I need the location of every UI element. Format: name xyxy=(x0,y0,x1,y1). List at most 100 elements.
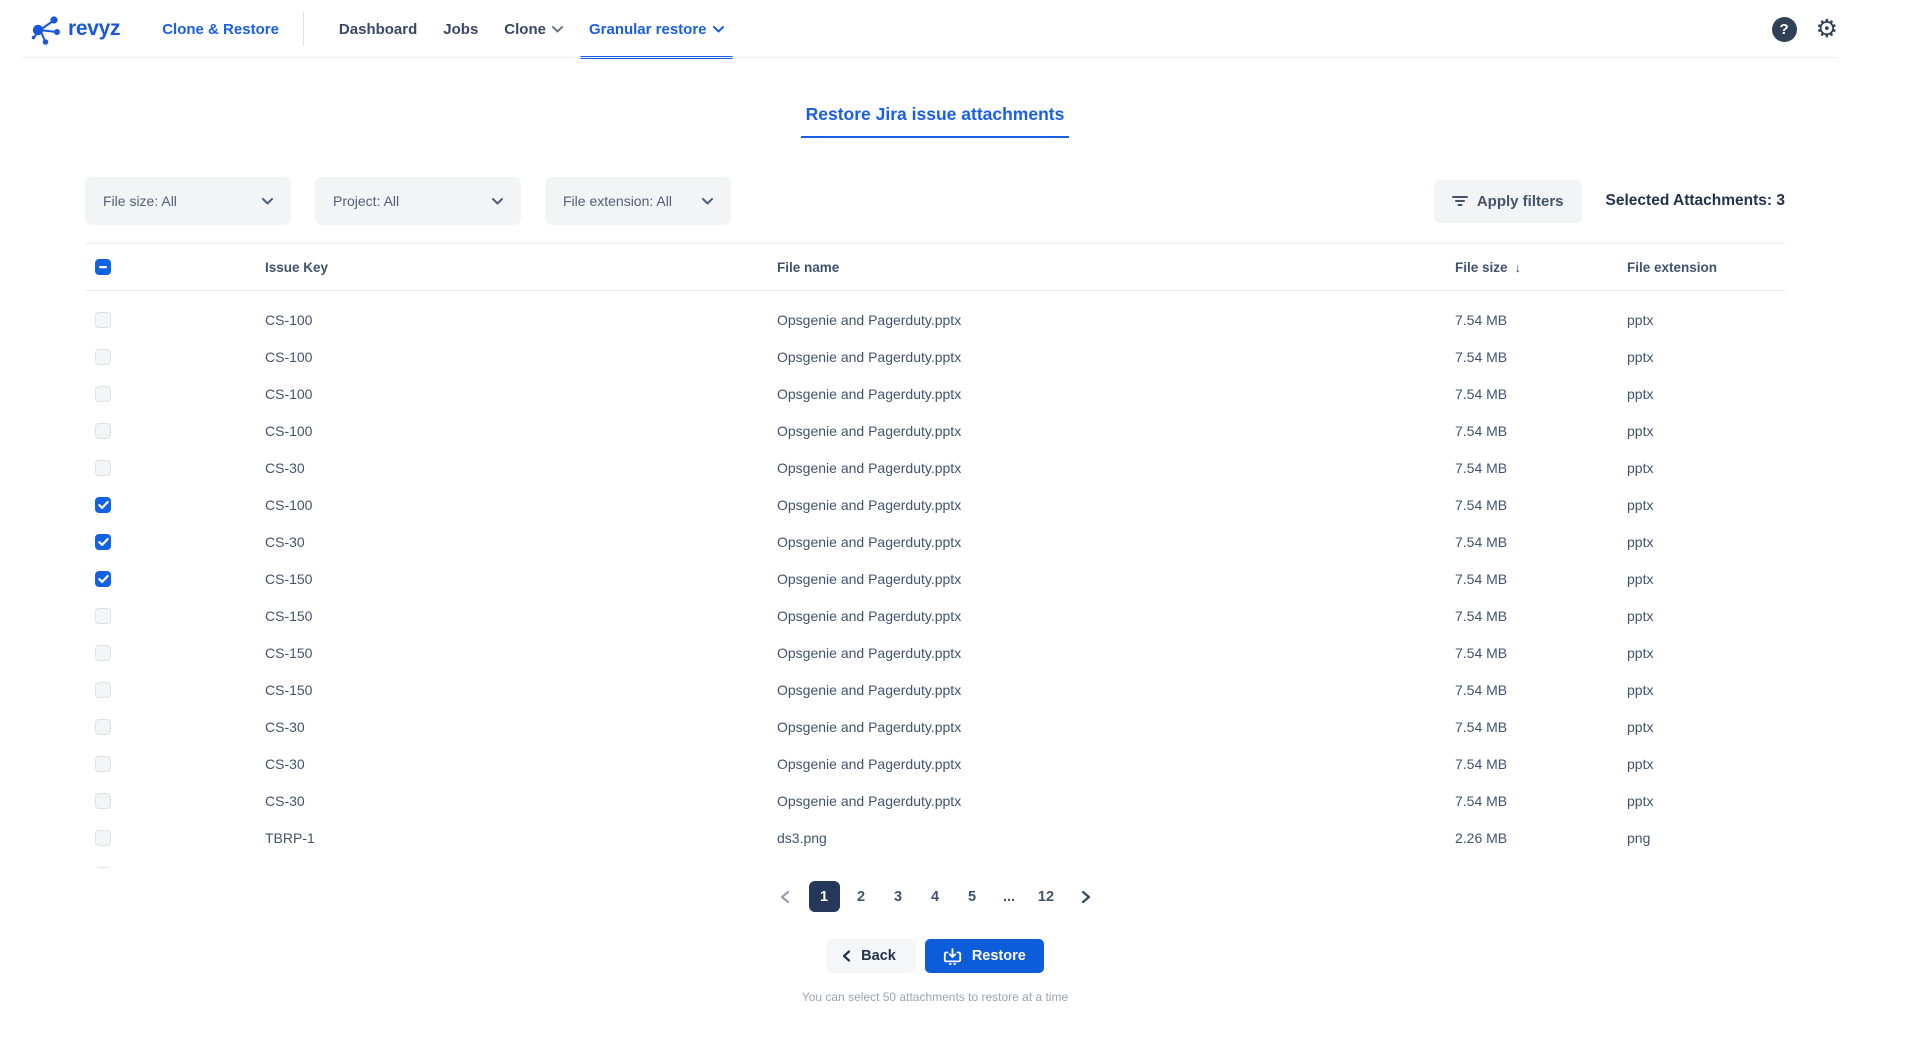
cell-file-name: ds3.png xyxy=(777,830,1455,846)
page-button-4[interactable]: 4 xyxy=(920,881,951,912)
row-checkbox[interactable] xyxy=(95,645,111,661)
cell-file-name: Opsgenie and Pagerduty.pptx xyxy=(777,534,1455,550)
cell-file-size: 7.54 MB xyxy=(1455,460,1627,476)
row-checkbox[interactable] xyxy=(95,867,111,869)
cell-file-extension: pptx xyxy=(1627,793,1785,809)
help-icon[interactable]: ? xyxy=(1772,17,1797,42)
check-icon xyxy=(98,574,109,584)
cell-issue-key: CS-100 xyxy=(265,423,777,439)
row-checkbox[interactable] xyxy=(95,460,111,476)
nav-item-granular-restore[interactable]: Granular restore xyxy=(576,0,737,58)
cell-file-extension: pptx xyxy=(1627,608,1785,624)
row-checkbox[interactable] xyxy=(95,571,111,587)
cell-file-name: Opsgenie and Pagerduty.pptx xyxy=(777,386,1455,402)
restore-button[interactable]: Restore xyxy=(925,939,1044,973)
page-button-2[interactable]: 2 xyxy=(846,881,877,912)
cell-file-size: 7.54 MB xyxy=(1455,719,1627,735)
pagination: 12345...12 xyxy=(85,881,1785,912)
project-filter[interactable]: Project: All xyxy=(315,177,521,225)
main-nav: Dashboard Jobs Clone Granular restore xyxy=(326,0,737,58)
file-size-filter[interactable]: File size: All xyxy=(85,177,291,225)
page-ellipsis: ... xyxy=(994,881,1025,912)
cell-file-size: 7.54 MB xyxy=(1455,682,1627,698)
row-checkbox[interactable] xyxy=(95,719,111,735)
column-header-issue-key[interactable]: Issue Key xyxy=(265,260,777,275)
nav-item-dashboard[interactable]: Dashboard xyxy=(326,0,430,58)
chevron-down-icon xyxy=(492,198,503,205)
cell-file-extension: pptx xyxy=(1627,423,1785,439)
apply-filters-button[interactable]: Apply filters xyxy=(1434,180,1582,223)
table-row: CS-100 Opsgenie and Pagerduty.pptx 7.54 … xyxy=(85,338,1785,375)
row-checkbox[interactable] xyxy=(95,756,111,772)
cell-file-size: 7.54 MB xyxy=(1455,645,1627,661)
cell-file-name: Opsgenie and Pagerduty.pptx xyxy=(777,719,1455,735)
column-header-file-size[interactable]: File size↓ xyxy=(1455,260,1627,275)
footer-note: You can select 50 attachments to restore… xyxy=(85,990,1785,1004)
table-row: CS-150 Opsgenie and Pagerduty.pptx 7.54 … xyxy=(85,671,1785,708)
cell-file-extension: pptx xyxy=(1627,756,1785,772)
sort-desc-icon: ↓ xyxy=(1515,260,1522,275)
cell-file-extension: pptx xyxy=(1627,312,1785,328)
cell-file-size: 2.26 MB xyxy=(1455,867,1627,869)
row-checkbox[interactable] xyxy=(95,682,111,698)
gear-icon[interactable]: ⚙ xyxy=(1816,17,1838,42)
row-checkbox[interactable] xyxy=(95,312,111,328)
table-row: CS-30 Opsgenie and Pagerduty.pptx 7.54 M… xyxy=(85,523,1785,560)
cell-file-size: 7.54 MB xyxy=(1455,386,1627,402)
column-header-file-extension[interactable]: File extension xyxy=(1627,260,1785,275)
next-page-icon[interactable] xyxy=(1080,890,1092,904)
cell-file-name: Opsgenie and Pagerduty.pptx xyxy=(777,497,1455,513)
product-link[interactable]: Clone & Restore xyxy=(162,21,279,38)
table-row: CS-100 Opsgenie and Pagerduty.pptx 7.54 … xyxy=(85,301,1785,338)
page-button-1[interactable]: 1 xyxy=(809,881,840,912)
nav-item-jobs[interactable]: Jobs xyxy=(430,0,491,58)
page-button-3[interactable]: 3 xyxy=(883,881,914,912)
cell-file-name: Opsgenie and Pagerduty.pptx xyxy=(777,682,1455,698)
cell-issue-key: CS-100 xyxy=(265,349,777,365)
row-checkbox[interactable] xyxy=(95,349,111,365)
column-header-file-name[interactable]: File name xyxy=(777,260,1455,275)
chevron-down-icon xyxy=(702,198,713,205)
restore-icon xyxy=(943,948,962,965)
row-checkbox[interactable] xyxy=(95,423,111,439)
page-button-12[interactable]: 12 xyxy=(1031,881,1062,912)
row-checkbox[interactable] xyxy=(95,608,111,624)
cell-issue-key: CS-150 xyxy=(265,608,777,624)
select-all-checkbox[interactable] xyxy=(95,259,111,275)
cell-issue-key: CS-150 xyxy=(265,571,777,587)
cell-file-extension: pptx xyxy=(1627,497,1785,513)
cell-file-extension: pptx xyxy=(1627,386,1785,402)
previous-page-icon[interactable] xyxy=(779,890,791,904)
row-checkbox[interactable] xyxy=(95,793,111,809)
nav-item-clone[interactable]: Clone xyxy=(491,0,576,58)
table-row: CS-150 Opsgenie and Pagerduty.pptx 7.54 … xyxy=(85,597,1785,634)
cell-file-extension: png xyxy=(1627,830,1785,846)
back-button[interactable]: Back xyxy=(826,939,916,973)
table-row: CS-30 Opsgenie and Pagerduty.pptx 7.54 M… xyxy=(85,708,1785,745)
cell-issue-key: TBRP-1 xyxy=(265,830,777,846)
row-checkbox[interactable] xyxy=(95,497,111,513)
cell-file-size: 7.54 MB xyxy=(1455,793,1627,809)
cell-file-size: 7.54 MB xyxy=(1455,571,1627,587)
file-extension-filter[interactable]: File extension: All xyxy=(545,177,731,225)
table-row: TBRP-1 ds3.png 2.26 MB png xyxy=(85,819,1785,856)
row-checkbox[interactable] xyxy=(95,534,111,550)
cell-file-name: Opsgenie and Pagerduty.pptx xyxy=(777,608,1455,624)
cell-issue-key: CS-100 xyxy=(265,386,777,402)
cell-file-size: 7.54 MB xyxy=(1455,534,1627,550)
table-body: CS-100 Opsgenie and Pagerduty.pptx 7.54 … xyxy=(85,291,1785,868)
cell-file-name: Opsgenie and Pagerduty.pptx xyxy=(777,423,1455,439)
brand-logo[interactable]: revyz xyxy=(30,13,120,45)
cell-file-extension: pptx xyxy=(1627,460,1785,476)
chevron-down-icon xyxy=(262,198,273,205)
page-button-5[interactable]: 5 xyxy=(957,881,988,912)
row-checkbox[interactable] xyxy=(95,830,111,846)
brand-name: revyz xyxy=(68,17,120,41)
row-checkbox[interactable] xyxy=(95,386,111,402)
cell-issue-key: CS-30 xyxy=(265,719,777,735)
cell-file-name: ds3.png xyxy=(777,867,1455,869)
indeterminate-mark-icon xyxy=(98,262,108,272)
cell-file-name: Opsgenie and Pagerduty.pptx xyxy=(777,312,1455,328)
selected-attachments-count: Selected Attachments: 3 xyxy=(1606,192,1785,210)
cell-file-size: 7.54 MB xyxy=(1455,312,1627,328)
